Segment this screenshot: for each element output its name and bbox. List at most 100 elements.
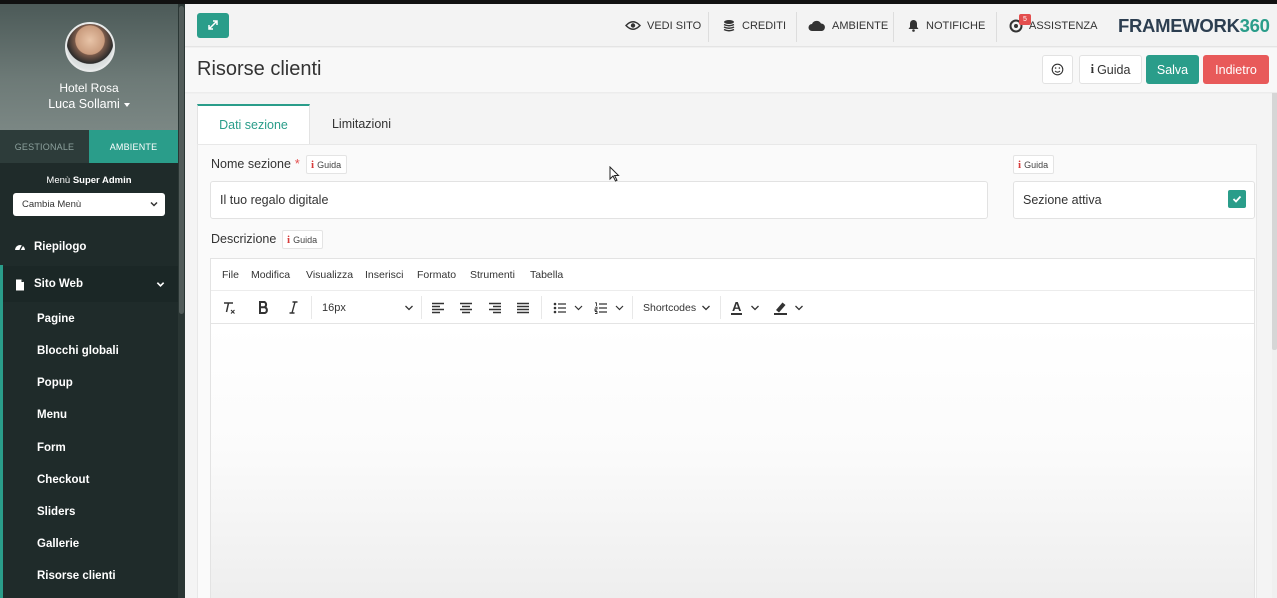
bold-button[interactable] [258,291,269,324]
sidebar-item-riepilogo[interactable]: Riepilogo [0,241,178,255]
nome-sezione-input[interactable]: Il tuo regalo digitale [210,181,988,219]
sidebar-subitem-pagine[interactable]: Pagine [37,313,75,325]
align-left-button[interactable] [431,291,445,324]
guida-button[interactable]: i Guida [1079,55,1142,84]
sidebar-subitem-blocchi-globali[interactable]: Blocchi globali [37,345,119,357]
emoji-button[interactable] [1042,55,1073,84]
expand-button[interactable] [197,13,229,38]
align-right-button[interactable] [488,291,502,324]
editor-menu-file[interactable]: File [222,269,239,281]
guida-label: Guida [1024,159,1049,170]
editor-menu-visualizza[interactable]: Visualizza [306,269,353,281]
sidebar-scrollbar[interactable] [178,0,185,598]
editor-menu-modifica[interactable]: Modifica [251,269,290,281]
field-label: Sezione attiva [1023,193,1102,207]
descrizione-label: Descrizione [211,232,277,246]
avatar[interactable] [65,22,115,72]
menu-select[interactable]: Cambia Menù [13,193,165,216]
nav-label: VEDI SITO [647,19,702,32]
chevron-down-icon [795,305,803,310]
nav-notifiche[interactable]: NOTIFICHE [907,4,985,47]
tab-limitazioni[interactable]: Limitazioni [313,104,410,144]
highlighter-icon [774,302,787,315]
editor-menu-strumenti[interactable]: Strumenti [470,269,515,281]
text-color-button[interactable]: A [731,291,760,324]
guida-descrizione-button[interactable]: i Guida [282,230,324,249]
align-center-button[interactable] [459,291,473,324]
caret-down-icon [123,102,130,107]
editor-menu-inserisci[interactable]: Inserisci [365,269,404,281]
tab-ambiente[interactable]: AMBIENTE [89,130,178,163]
scrollbar-thumb[interactable] [179,6,184,314]
sidebar-item-label: Sito Web [34,278,83,290]
nav-label: AMBIENTE [832,19,889,32]
chevron-down-icon [751,305,760,310]
file-icon [16,279,24,291]
guida-label: Guida [1097,62,1131,77]
sidebar-item-label: Riepilogo [34,241,87,253]
back-button[interactable]: Indietro [1203,55,1269,84]
input-value: Il tuo regalo digitale [220,193,329,207]
dashboard-icon [15,245,25,251]
menu-select-value: Cambia Menù [22,199,82,210]
font-size-select[interactable]: 16px [322,291,414,324]
nav-label: ASSISTENZA [1029,19,1098,32]
numbered-list-button[interactable] [594,291,626,324]
sidebar: Hotel Rosa Luca Sollami GESTIONALE AMBIE… [0,0,185,598]
chevron-down-icon[interactable] [156,280,165,289]
sidebar-subitem-form[interactable]: Form [37,442,66,454]
guida-nome-button[interactable]: i Guida [306,155,348,174]
sezione-attiva-field: Sezione attiva [1013,181,1255,219]
editor-toolbar: 16px Shortcodes A [211,291,1254,324]
text-color-icon: A [731,299,743,315]
label-text: Nome sezione [211,157,291,171]
rich-text-editor: File Modifica Visualizza Inserisci Forma… [210,258,1255,598]
editor-content-area[interactable] [211,325,1254,598]
sidebar-subitem-popup[interactable]: Popup [37,377,73,389]
sidebar-subitem-gallerie[interactable]: Gallerie [37,538,79,550]
editor-menu-formato[interactable]: Formato [417,269,456,281]
align-justify-button[interactable] [516,291,530,324]
nav-ambiente[interactable]: AMBIENTE [808,4,888,47]
profile-panel: Hotel Rosa Luca Sollami [0,4,178,130]
nav-crediti[interactable]: CREDITI [722,4,786,47]
save-button[interactable]: Salva [1146,55,1199,84]
sidebar-subitem-sliders[interactable]: Sliders [37,506,75,518]
sidebar-subitem-menu[interactable]: Menu [37,409,67,421]
page-header: Risorse clienti i Guida Salva Indietro [185,48,1277,93]
nav-assistenza[interactable]: ASSISTENZA [1009,4,1097,47]
clear-format-button[interactable] [222,291,236,324]
numbered-list-icon [594,301,624,314]
tab-gestionale[interactable]: GESTIONALE [0,130,89,163]
check-icon [1232,195,1242,203]
sidebar-tabs: GESTIONALE AMBIENTE [0,130,178,163]
bullet-list-button[interactable] [553,291,585,324]
bell-icon [908,20,919,32]
editor-menu-tabella[interactable]: Tabella [530,269,563,281]
divider [421,296,422,319]
highlight-color-button[interactable] [773,291,804,324]
shortcodes-dropdown[interactable]: Shortcodes [643,291,711,324]
divider [796,12,797,42]
info-icon: i [1018,158,1022,171]
sidebar-item-sito-web[interactable]: Sito Web [0,266,178,302]
tab-dati-sezione[interactable]: Dati sezione [197,104,310,144]
info-icon: i [1090,62,1095,76]
bullet-list-icon [553,302,583,313]
required-marker: * [294,157,300,171]
nav-vedi-sito[interactable]: VEDI SITO [625,4,701,47]
hotel-name: Hotel Rosa [59,81,119,95]
guida-attiva-button[interactable]: i Guida [1013,155,1055,174]
brand-main: FRAMEWORK [1118,15,1240,36]
guida-label: Guida [317,159,342,170]
notification-badge: 5 [1019,14,1031,25]
brand-logo[interactable]: FRAMEWORK360 [1118,15,1270,37]
nav-label: CREDITI [742,19,786,32]
page-scrollbar[interactable] [1272,50,1277,350]
sezione-attiva-checkbox[interactable] [1228,190,1246,208]
user-dropdown[interactable]: Luca Sollami [0,97,178,111]
sidebar-subitem-risorse-clienti[interactable]: Risorse clienti [37,570,116,582]
divider [996,12,997,42]
italic-button[interactable] [289,291,298,324]
sidebar-subitem-checkout[interactable]: Checkout [37,474,89,486]
